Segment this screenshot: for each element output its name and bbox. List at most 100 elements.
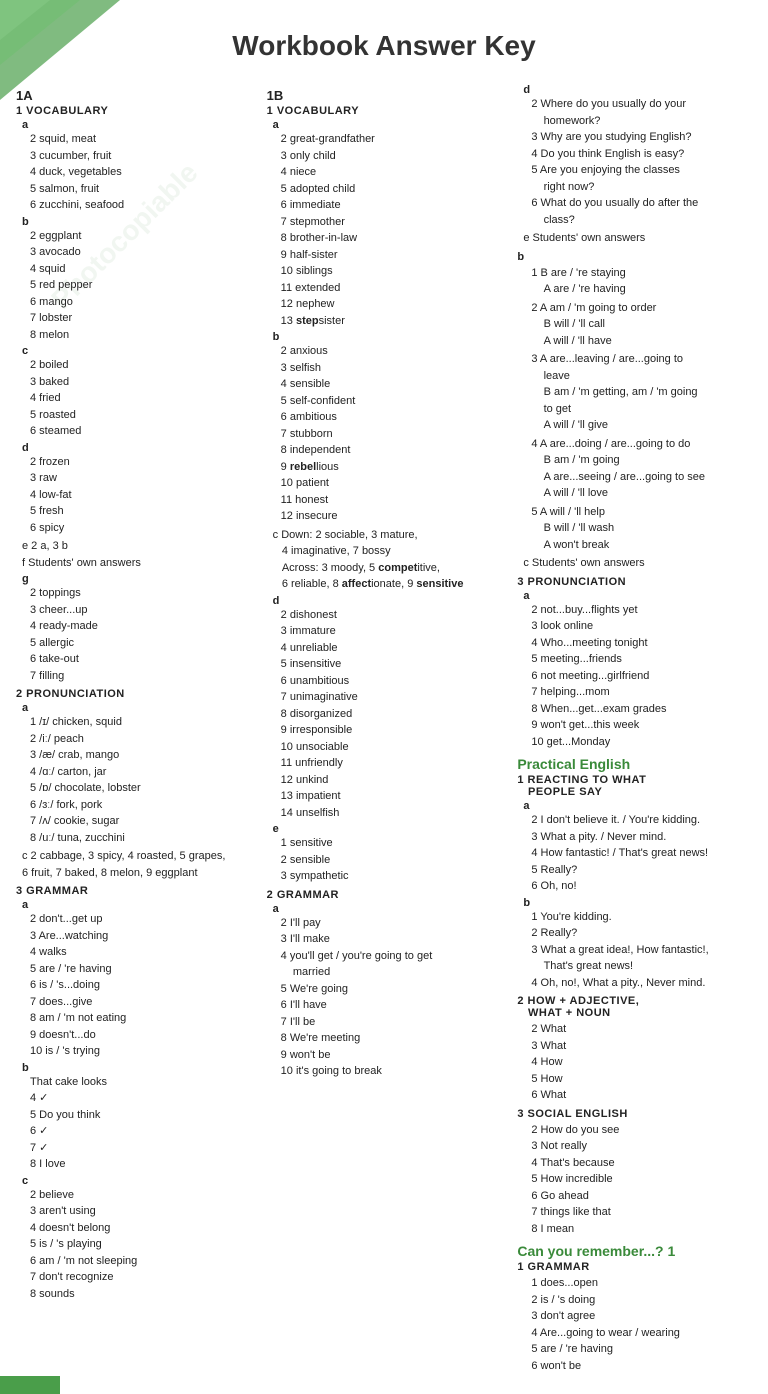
list-item: 1 You're kidding. bbox=[531, 909, 752, 926]
list-item: 6 ambitious bbox=[281, 409, 502, 426]
list-item: 10 is / 's trying bbox=[30, 1043, 251, 1060]
vocab-1b-b-block: b bbox=[273, 331, 502, 343]
list-item: 5 How incredible bbox=[531, 1171, 752, 1188]
list-item: 2 sensible bbox=[281, 852, 502, 869]
list-item: 7 stepmother bbox=[281, 214, 502, 231]
list-item: 7 lobster bbox=[30, 310, 251, 327]
list-item: 5 red pepper bbox=[30, 277, 251, 294]
list-item: 9 half-sister bbox=[281, 247, 502, 264]
list-item: 2 boiled bbox=[30, 357, 251, 374]
list-item: 4 Are...going to wear / wearing bbox=[531, 1325, 752, 1342]
list-item: 11 honest bbox=[281, 492, 502, 509]
list-item: 4 How fantastic! / That's great news! bbox=[531, 845, 752, 862]
list-item: 4 Do you think English is easy? bbox=[531, 146, 752, 163]
pronun-header: 2 PRONUNCIATION bbox=[16, 688, 251, 700]
list-item: 2 I don't believe it. / You're kidding. bbox=[531, 812, 752, 829]
grammar-1b-a-items: 2 I'll pay 3 I'll make 4 you'll get / yo… bbox=[281, 915, 502, 1080]
list-item: 3 raw bbox=[30, 470, 251, 487]
list-item: 4 A are...doing / are...going to do B am… bbox=[531, 436, 752, 502]
practical-english-header: Practical English bbox=[517, 756, 752, 772]
list-item: 8 We're meeting bbox=[281, 1030, 502, 1047]
vocab-g-items: 2 toppings 3 cheer...up 4 ready-made 5 a… bbox=[30, 585, 251, 684]
list-item: 12 unkind bbox=[281, 772, 502, 789]
vocab-1b-c: c Down: 2 sociable, 3 mature, 4 imaginat… bbox=[273, 527, 502, 593]
list-item: That cake looks bbox=[30, 1074, 251, 1091]
list-item: 4 unreliable bbox=[281, 640, 502, 657]
list-item: 6 take-out bbox=[30, 651, 251, 668]
list-item: 8 independent bbox=[281, 442, 502, 459]
list-item: 9 won't get...this week bbox=[531, 717, 752, 734]
react-b-items: 1 You're kidding. 2 Really? 3 What a gre… bbox=[531, 909, 752, 992]
list-item: 12 nephew bbox=[281, 296, 502, 313]
list-item: 3 baked bbox=[30, 374, 251, 391]
list-item: 1 does...open bbox=[531, 1275, 752, 1292]
list-item: 7 helping...mom bbox=[531, 684, 752, 701]
pronun-col3-a-label: a bbox=[523, 590, 529, 602]
list-item: 9 rebellious bbox=[281, 459, 502, 476]
list-item: 3 Are...watching bbox=[30, 928, 251, 945]
how-items: 2 What 3 What 4 How 5 How 6 What bbox=[531, 1021, 752, 1104]
section-e: e Students' own answers bbox=[523, 230, 752, 247]
list-item: 6 am / 'm not sleeping bbox=[30, 1253, 251, 1270]
vocab-label: 1 VOCABULARY bbox=[16, 105, 108, 117]
list-item: 6 spicy bbox=[30, 520, 251, 537]
list-item: 4 doesn't belong bbox=[30, 1220, 251, 1237]
list-item: 5 We're going bbox=[281, 981, 502, 998]
list-item: 2 frozen bbox=[30, 454, 251, 471]
grammar-a-block: a bbox=[22, 899, 251, 911]
vocab-d-items: 2 frozen 3 raw 4 low-fat 5 fresh 6 spicy bbox=[30, 454, 251, 537]
list-item: 3 sympathetic bbox=[281, 868, 502, 885]
list-item: 3 immature bbox=[281, 623, 502, 640]
section-d-label: d bbox=[523, 84, 530, 96]
list-item: 3 What a great idea!, How fantastic!, Th… bbox=[531, 942, 752, 975]
list-item: 3 What a pity. / Never mind. bbox=[531, 829, 752, 846]
list-item: 3 What bbox=[531, 1038, 752, 1055]
list-item: 2 Where do you usually do your homework? bbox=[531, 96, 752, 129]
list-item: 4 you'll get / you're going to get marri… bbox=[281, 948, 502, 981]
list-item: 4 /ɑː/ carton, jar bbox=[30, 764, 251, 781]
list-item: 4 ✓ bbox=[30, 1090, 251, 1107]
list-item: 2 /iː/ peach bbox=[30, 731, 251, 748]
list-item: 8 sounds bbox=[30, 1286, 251, 1303]
list-item: 6 ✓ bbox=[30, 1123, 251, 1140]
list-item: 7 stubborn bbox=[281, 426, 502, 443]
vocab-g-label: g bbox=[22, 573, 29, 585]
vocab-a-block: a bbox=[22, 119, 251, 131]
list-item: 4 That's because bbox=[531, 1155, 752, 1172]
list-item: 7 filling bbox=[30, 668, 251, 685]
list-item: 9 won't be bbox=[281, 1047, 502, 1064]
section-b-block: b bbox=[517, 251, 752, 263]
vocab-1b-d-items: 2 dishonest 3 immature 4 unreliable 5 in… bbox=[281, 607, 502, 822]
list-item: 2 What bbox=[531, 1021, 752, 1038]
grammar-b-label: b bbox=[22, 1062, 29, 1074]
react-b-block: b bbox=[523, 897, 752, 909]
vocab-b-label: b bbox=[22, 216, 29, 228]
list-item: 4 Oh, no!, What a pity., Never mind. bbox=[531, 975, 752, 992]
list-item: 3 avocado bbox=[30, 244, 251, 261]
list-item: 5 are / 're having bbox=[30, 961, 251, 978]
list-item: 4 sensible bbox=[281, 376, 502, 393]
vocab-1b-label: 1 VOCABULARY bbox=[267, 105, 359, 117]
list-item: 3 selfish bbox=[281, 360, 502, 377]
section-b-label: b bbox=[517, 251, 524, 263]
vocab-1b-d-label: d bbox=[273, 595, 280, 607]
list-item: 7 don't recognize bbox=[30, 1269, 251, 1286]
list-item: 7 ✓ bbox=[30, 1140, 251, 1157]
can-remember-header: Can you remember...? 1 bbox=[517, 1243, 752, 1259]
reacting-label: 1 REACTING TO WHAT PEOPLE SAY bbox=[517, 774, 646, 798]
list-item: 2 How do you see bbox=[531, 1122, 752, 1139]
vocab-1b-e-block: e bbox=[273, 823, 502, 835]
grammar-1b-label: 2 GRAMMAR bbox=[267, 889, 339, 901]
vocab-f: f Students' own answers bbox=[22, 555, 251, 572]
grammar-c-items: 2 believe 3 aren't using 4 doesn't belon… bbox=[30, 1187, 251, 1303]
list-item: 3 /æ/ crab, mango bbox=[30, 747, 251, 764]
pronun-label: 2 PRONUNCIATION bbox=[16, 688, 125, 700]
list-item: 13 stepsister bbox=[281, 313, 502, 330]
section-d-items: 2 Where do you usually do your homework?… bbox=[531, 96, 752, 228]
page-title: Workbook Answer Key bbox=[0, 0, 768, 82]
list-item: 11 extended bbox=[281, 280, 502, 297]
react-a-items: 2 I don't believe it. / You're kidding. … bbox=[531, 812, 752, 895]
list-item: 8 /uː/ tuna, zucchini bbox=[30, 830, 251, 847]
list-item: 2 A am / 'm going to order B will / 'll … bbox=[531, 300, 752, 350]
vocab-c-label: c bbox=[22, 345, 28, 357]
